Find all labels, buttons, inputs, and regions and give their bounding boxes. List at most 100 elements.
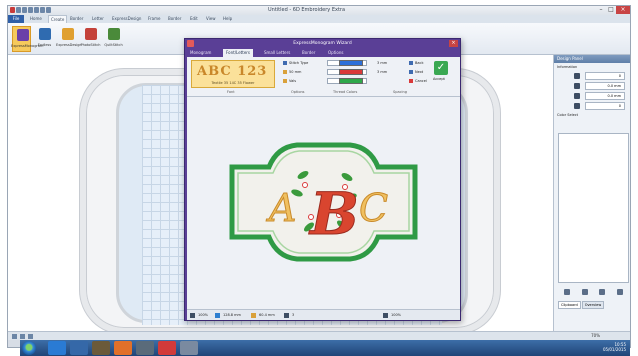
tab-border[interactable]: Border	[70, 16, 83, 21]
height-value: Vals	[289, 79, 297, 83]
design-panel-title: Design Panel	[554, 55, 630, 63]
express-monogram-dialog: ExpressMonogram Wizard × Monogram Font/L…	[184, 38, 461, 321]
cancel-label: Cancel	[415, 79, 427, 83]
tab-monogram[interactable]: Monogram	[187, 49, 214, 57]
minimize-icon[interactable]: –	[596, 6, 606, 14]
font-preview-letters: ABC 123	[197, 64, 268, 79]
height-icon	[251, 313, 256, 318]
tab-font-letters[interactable]: Font/Letters	[223, 49, 254, 57]
thread-color-2-swatch[interactable]	[339, 69, 363, 75]
status-icon[interactable]	[20, 334, 25, 339]
quiltstitch-button[interactable]: QuiltStitch	[104, 26, 123, 52]
tab-letter[interactable]: Letter	[92, 16, 104, 21]
app-menu-icon[interactable]	[10, 7, 15, 13]
dialog-close-icon[interactable]: ×	[449, 40, 458, 47]
tab-border-2[interactable]: Border	[168, 16, 181, 21]
grid-icon[interactable]	[190, 313, 195, 318]
endless-button[interactable]: Endless	[35, 26, 54, 52]
tab-options[interactable]: Options	[325, 49, 346, 57]
endless-icon	[39, 28, 51, 40]
dialog-status-bar: 100% 128.8 mm 60.4 mm 3 100%	[187, 309, 460, 320]
tab-home[interactable]: Home	[30, 16, 42, 21]
tab-frame[interactable]: Frame	[148, 16, 160, 21]
new-icon[interactable]	[16, 7, 21, 13]
status-icon[interactable]	[28, 334, 33, 339]
font-preview-button[interactable]: ABC 123 Textile 35 14C 35 Flower	[191, 60, 275, 88]
status-icon[interactable]	[12, 334, 17, 339]
app-window: Untitled - 6D Embroidery Extra – □ × Fil…	[7, 5, 631, 348]
thread-color-1-swatch[interactable]	[339, 60, 363, 66]
dialog-tabs: Monogram Font/Letters Small Letters Bord…	[187, 49, 460, 57]
monogram-preview: A B C	[229, 142, 418, 262]
tab-create[interactable]: Create	[48, 15, 68, 23]
tab-view[interactable]: View	[206, 16, 216, 21]
status-height: 60.4 mm	[259, 313, 275, 317]
close-icon[interactable]: ×	[616, 6, 630, 14]
tab-small-letters[interactable]: Small Letters	[261, 49, 293, 57]
stitches-icon	[574, 73, 580, 79]
status-count: 3	[292, 313, 295, 317]
save-icon[interactable]	[28, 7, 33, 13]
info-row: 0	[554, 101, 630, 111]
tab-overview[interactable]: Overview	[581, 301, 605, 309]
back-option[interactable]: Back	[409, 60, 424, 66]
thread-color-3-swatch[interactable]	[339, 78, 363, 84]
spacing-value-2: 3 mm	[377, 70, 388, 74]
explorer-icon[interactable]	[48, 341, 66, 355]
next-icon	[409, 70, 413, 74]
height-option[interactable]: Vals	[283, 78, 296, 84]
monogram-canvas[interactable]: A B C	[187, 97, 460, 309]
color-tools	[558, 287, 629, 297]
express-monogram-button[interactable]: ExpressMonogram	[11, 26, 43, 52]
remove-color-icon[interactable]	[581, 289, 588, 295]
up-color-icon[interactable]	[599, 289, 606, 295]
start-button-icon[interactable]	[22, 341, 36, 355]
clock-date: 05/01/2015	[602, 347, 626, 352]
info-value: 0	[585, 102, 625, 110]
window-controls: – □ ×	[596, 6, 630, 14]
color-select-list[interactable]	[558, 133, 629, 283]
express-design-button[interactable]: ExpressDesign	[56, 26, 82, 52]
dialog-title: ExpressMonogram Wizard	[293, 41, 352, 46]
tab-file[interactable]: File	[8, 15, 24, 23]
information-label: Information	[557, 65, 578, 69]
system-tray[interactable]: 10:55 05/01/2015	[603, 342, 626, 352]
back-label: Back	[415, 61, 424, 65]
window-icon[interactable]	[180, 341, 198, 355]
tab-edit[interactable]: Edit	[190, 16, 198, 21]
tab-border[interactable]: Border	[299, 49, 318, 57]
tab-expressdesign[interactable]: ExpressDesign	[112, 16, 141, 21]
back-icon	[409, 61, 413, 65]
firefox-icon[interactable]	[114, 341, 132, 355]
print-icon[interactable]	[46, 7, 51, 13]
embroidery-app-icon[interactable]	[158, 341, 176, 355]
add-color-icon[interactable]	[563, 289, 570, 295]
fit-icon[interactable]	[383, 313, 388, 318]
ribbon-tabs: File Home Create Border Letter ExpressDe…	[8, 15, 630, 23]
status-zoom-percent[interactable]: 100%	[391, 312, 401, 318]
group-label-font: Font	[227, 90, 235, 94]
spacing-field-1[interactable]: 3 mm	[377, 60, 387, 66]
ie-icon[interactable]	[70, 341, 88, 355]
width-icon	[215, 313, 220, 318]
cancel-option[interactable]: Cancel	[409, 78, 427, 84]
maximize-icon[interactable]: □	[606, 6, 616, 14]
app-icon[interactable]	[136, 341, 154, 355]
info-row: 0	[554, 71, 630, 81]
next-option[interactable]: Next	[409, 69, 423, 75]
undo-icon[interactable]	[34, 7, 39, 13]
screen: Untitled - 6D Embroidery Extra – □ × Fil…	[0, 0, 638, 356]
down-color-icon[interactable]	[617, 289, 624, 295]
spacing-field-2[interactable]: 3 mm	[377, 69, 387, 75]
redo-icon[interactable]	[40, 7, 45, 13]
accept-button[interactable]: ✓	[434, 61, 448, 75]
tab-clipboard[interactable]: Clipboard	[558, 301, 581, 309]
size-option[interactable]: 50 mm	[283, 69, 301, 75]
tab-help[interactable]: Help	[223, 16, 232, 21]
app-zoom-level[interactable]: 70%	[591, 333, 600, 338]
media-icon[interactable]	[92, 341, 110, 355]
photostitch-button[interactable]: PhotoStitch	[80, 26, 101, 52]
open-icon[interactable]	[22, 7, 27, 13]
stitch-type-icon	[283, 61, 287, 65]
stitch-type-option[interactable]: Stitch Type	[283, 60, 308, 66]
